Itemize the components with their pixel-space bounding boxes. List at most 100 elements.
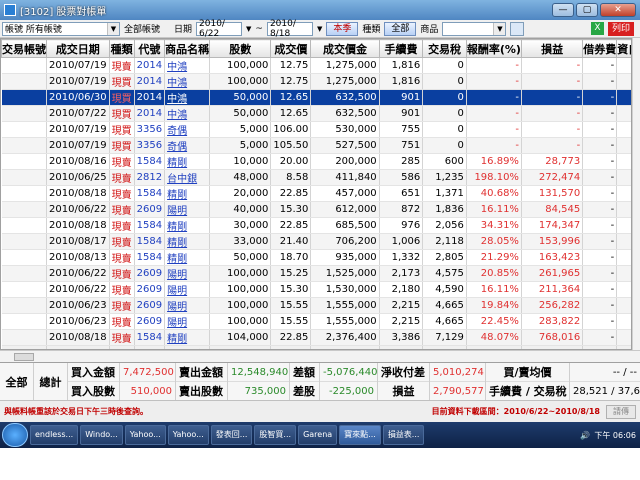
table-row[interactable]: 2010/06/25 現賣 2812 台中銀 48,000 8.58 411,840 586 1… <box>1 169 631 186</box>
maximize-button[interactable]: ▢ <box>576 3 598 17</box>
cell-name[interactable]: 精剛 <box>164 217 211 234</box>
table-row[interactable]: 2010/06/22 現賣 2609 陽明 100,000 15.25 1,525,000 2… <box>1 265 631 282</box>
table-row[interactable]: 2010/06/22 現賣 2609 陽明 40,000 15.30 612,000 872 1… <box>1 201 631 218</box>
table-row[interactable]: 2010/06/22 現賣 2609 陽明 100,000 15.30 1,530,000 2… <box>1 281 631 298</box>
table-row[interactable]: 2010/08/18 現賣 1584 精剛 104,000 22.85 2,376,400 3… <box>1 329 631 346</box>
cell-amount: 1,555,000 <box>310 313 380 330</box>
chevron-down-icon[interactable]: ▼ <box>107 22 119 35</box>
task-item[interactable]: endless... <box>30 425 79 445</box>
cell-name[interactable]: 精剛 <box>164 329 211 346</box>
product-select[interactable]: ▼ <box>442 21 507 36</box>
table-row[interactable]: 2010/07/19 現買 3356 奇偶 5,000 106.00 530,000 755 0… <box>1 121 631 138</box>
task-item[interactable]: Windo... <box>80 425 123 445</box>
cell-ret: - <box>466 121 522 138</box>
cell-lend: - <box>582 329 618 346</box>
cell-name[interactable]: 中鴻 <box>164 105 211 122</box>
cell-pnl: - <box>521 137 584 154</box>
statement-grid[interactable]: 交易帳號 成交日期 種類 代號 商品名稱 股數 成交價 成交價金 手續費 交易稅… <box>0 38 632 350</box>
date-from-dropdown-icon[interactable]: ▼ <box>246 25 251 33</box>
cell-lend: - <box>582 313 618 330</box>
table-row[interactable]: 2010/08/16 現賣 1584 精剛 10,000 20.00 200,000 285 6… <box>1 153 631 170</box>
close-button[interactable]: ✕ <box>600 3 636 17</box>
horizontal-scrollbar[interactable] <box>0 350 640 362</box>
cell-acct <box>1 89 47 106</box>
task-item[interactable]: Garena <box>298 425 338 445</box>
col-header-date[interactable]: 成交日期 <box>46 39 110 58</box>
search-icon[interactable] <box>510 21 525 36</box>
cell-ret: 22.45% <box>466 313 522 330</box>
task-item[interactable]: 股智買... <box>254 425 297 445</box>
col-header-amount[interactable]: 成交價金 <box>310 39 380 58</box>
col-header-price[interactable]: 成交價 <box>270 39 312 58</box>
col-header-fee[interactable]: 手續費 <box>378 39 424 58</box>
table-row[interactable]: 2010/07/22 現買 2014 中鴻 50,000 12.65 632,500 901 0… <box>1 105 631 122</box>
task-item[interactable]: 發表回... <box>210 425 253 445</box>
col-header-pnl[interactable]: 損益 <box>520 39 584 58</box>
col-header-lend-fee[interactable]: 借券費 <box>582 39 618 58</box>
col-header-tax[interactable]: 交易稅 <box>422 39 467 58</box>
table-row[interactable]: 2010/08/18 現賣 1584 精剛 20,000 22.85 457,000 651 1… <box>1 185 631 202</box>
clock[interactable]: 下午 06:06 <box>594 430 636 441</box>
table-row[interactable]: 2010/07/19 現買 2014 中鴻 100,000 12.75 1,275,000 1… <box>1 73 631 90</box>
cell-amount: 1,555,000 <box>310 297 380 314</box>
account-select[interactable]: 帳號 所有帳號 ▼ <box>2 21 120 36</box>
print-button[interactable]: 列印 <box>607 21 634 36</box>
chevron-down-icon[interactable]: ▼ <box>493 22 506 35</box>
col-header-name[interactable]: 商品名稱 <box>164 39 211 58</box>
cell-name[interactable]: 精剛 <box>164 233 211 250</box>
cell-name[interactable]: 台中銀 <box>164 169 211 186</box>
cell-lend: - <box>582 265 618 282</box>
date-to-field[interactable]: 2010/ 8/18 <box>266 19 313 39</box>
task-item[interactable]: 寶來點... <box>339 425 381 445</box>
cell-name[interactable]: 中鴻 <box>164 89 211 106</box>
excel-export-icon[interactable]: X <box>590 22 604 35</box>
vertical-scrollbar[interactable] <box>632 38 640 350</box>
cell-name[interactable]: 精剛 <box>164 185 211 202</box>
cell-name[interactable]: 陽明 <box>164 265 211 282</box>
table-row[interactable]: 2010/08/17 現賣 1584 精剛 33,000 21.40 706,200 1,00… <box>1 233 631 250</box>
minimize-button[interactable]: — <box>552 3 574 17</box>
apply-button[interactable]: 請傳 <box>606 404 636 419</box>
col-header-shares[interactable]: 股數 <box>209 39 272 58</box>
cell-tax: 4,665 <box>422 313 467 330</box>
cell-name[interactable]: 中鴻 <box>164 73 211 90</box>
task-item[interactable]: Yahoo... <box>167 425 209 445</box>
col-header-account[interactable]: 交易帳號 <box>1 39 47 58</box>
volume-icon[interactable]: 🔊 <box>580 431 590 440</box>
task-item[interactable]: Yahoo... <box>124 425 166 445</box>
date-from-field[interactable]: 2010/ 6/22 <box>196 19 243 39</box>
download-range: 目前資料下載區間：2010/6/22~2010/8/18 <box>431 407 600 416</box>
table-row[interactable]: 2010/06/23 現賣 2609 陽明 100,000 15.55 1,555,000 2… <box>1 297 631 314</box>
cell-code: 2014 <box>134 89 166 106</box>
cell-name[interactable]: 陽明 <box>164 313 211 330</box>
avg-price-label: 買/賣均價 <box>486 363 569 382</box>
table-row[interactable]: 2010/06/23 現賣 2609 陽明 100,000 15.55 1,555,000 2… <box>1 313 631 330</box>
table-row[interactable]: 2010/07/19 現賣 2014 中鴻 100,000 12.75 1,275,000 1… <box>1 57 631 74</box>
col-header-code[interactable]: 代號 <box>133 39 166 58</box>
quarter-button[interactable]: 本季 <box>326 21 359 36</box>
table-row[interactable]: 2010/08/13 現賣 1584 精剛 50,000 18.70 935,000 1,33… <box>1 249 631 266</box>
col-header-type[interactable]: 種類 <box>108 39 135 58</box>
scroll-thumb[interactable] <box>14 353 34 361</box>
cell-self <box>616 233 631 250</box>
task-item[interactable]: 損益表... <box>382 425 425 445</box>
cell-name[interactable]: 精剛 <box>164 153 211 170</box>
cell-name[interactable]: 奇偶 <box>164 121 211 138</box>
table-row[interactable]: 2010/07/19 現買 3356 奇偶 5,000 105.50 527,500 751 0… <box>1 137 631 154</box>
cell-name[interactable]: 奇偶 <box>164 137 211 154</box>
col-header-self-use[interactable]: 資自使 <box>616 39 631 58</box>
start-button[interactable] <box>2 423 28 447</box>
cell-name[interactable]: 精剛 <box>164 249 211 266</box>
category-select[interactable]: 全部 <box>384 21 417 36</box>
col-header-return[interactable]: 報酬率(%) <box>465 39 522 58</box>
cell-name[interactable]: 中鴻 <box>164 57 211 74</box>
date-to-dropdown-icon[interactable]: ▼ <box>317 25 322 33</box>
table-row[interactable]: 2010/06/30 現買 2014 中鴻 50,000 12.65 632,500 901 0… <box>1 89 631 106</box>
cell-name[interactable]: 陽明 <box>164 297 211 314</box>
date-label: 日期 <box>174 25 193 35</box>
cell-acct <box>1 281 47 298</box>
cell-name[interactable]: 陽明 <box>164 201 211 218</box>
diff-shares-value: -225,000 <box>320 382 377 400</box>
table-row[interactable]: 2010/08/18 現賣 1584 精剛 30,000 22.85 685,500 976 2… <box>1 217 631 234</box>
cell-name[interactable]: 陽明 <box>164 281 211 298</box>
